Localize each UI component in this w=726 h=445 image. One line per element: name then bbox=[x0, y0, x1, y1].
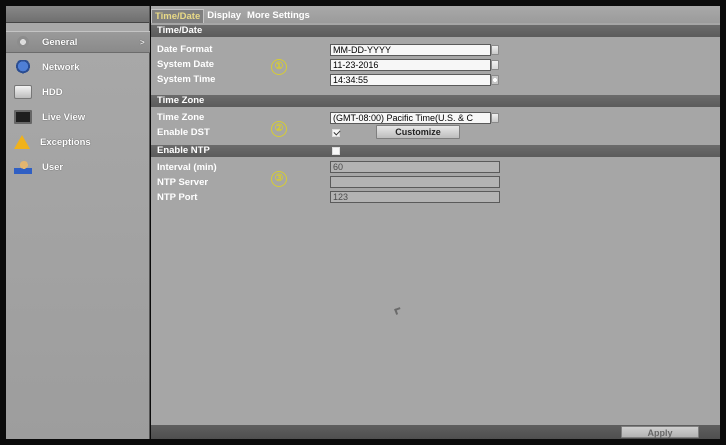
customize-button[interactable]: Customize bbox=[376, 125, 460, 139]
sidebar: General > Network HDD Live View Exceptio… bbox=[6, 6, 150, 439]
enable-dst-label: Enable DST bbox=[157, 127, 210, 138]
sidebar-item-network[interactable]: Network bbox=[6, 56, 150, 78]
callout-badge-3: ③ bbox=[271, 171, 287, 187]
callout-badge-1: ① bbox=[271, 59, 287, 75]
system-time-field[interactable]: 14:34:55 bbox=[330, 74, 491, 86]
sidebar-item-label: Live View bbox=[42, 111, 86, 123]
interval-field[interactable]: 60 bbox=[330, 161, 500, 173]
warning-icon bbox=[14, 135, 30, 149]
time-zone-select[interactable]: (GMT-08:00) Pacific Time(U.S. & C bbox=[330, 112, 491, 124]
dropdown-arrow-icon[interactable] bbox=[491, 113, 499, 123]
section-ntp: Enable NTP bbox=[151, 145, 720, 157]
ntp-port-field[interactable]: 123 bbox=[330, 191, 500, 203]
sidebar-item-label: User bbox=[42, 161, 64, 173]
ntp-server-field[interactable] bbox=[330, 176, 500, 188]
sidebar-item-label: Network bbox=[42, 61, 80, 73]
mouse-pointer-icon bbox=[394, 307, 402, 315]
callout-badge-2: ② bbox=[271, 121, 287, 137]
ntp-port-label: NTP Port bbox=[157, 192, 198, 203]
user-icon bbox=[14, 160, 32, 174]
system-time-label: System Time bbox=[157, 74, 216, 85]
date-format-label: Date Format bbox=[157, 44, 213, 55]
calendar-icon[interactable] bbox=[491, 60, 499, 70]
dropdown-arrow-icon[interactable] bbox=[491, 45, 499, 55]
tab-time-date[interactable]: Time/Date bbox=[151, 9, 205, 23]
sidebar-item-general[interactable]: General > bbox=[6, 31, 150, 53]
monitor-icon bbox=[14, 110, 32, 124]
sidebar-item-exceptions[interactable]: Exceptions bbox=[6, 131, 150, 153]
sidebar-item-label: General bbox=[42, 36, 78, 48]
gear-icon bbox=[14, 35, 32, 49]
system-date-label: System Date bbox=[157, 59, 215, 70]
ntp-server-label: NTP Server bbox=[157, 177, 209, 188]
sidebar-item-live-view[interactable]: Live View bbox=[6, 106, 150, 128]
interval-label: Interval (min) bbox=[157, 162, 217, 173]
time-zone-label: Time Zone bbox=[157, 112, 205, 123]
apply-button[interactable]: Apply bbox=[621, 426, 699, 438]
date-format-select[interactable]: MM-DD-YYYY bbox=[330, 44, 491, 56]
dvr-settings-window: General > Network HDD Live View Exceptio… bbox=[0, 0, 726, 445]
footer-bar: Apply bbox=[151, 425, 720, 439]
sidebar-header bbox=[6, 6, 149, 23]
tab-display[interactable]: Display bbox=[204, 9, 244, 23]
section-time-zone: Time Zone bbox=[151, 95, 720, 107]
network-icon bbox=[14, 60, 32, 74]
enable-dst-checkbox[interactable] bbox=[332, 129, 340, 137]
sidebar-item-hdd[interactable]: HDD bbox=[6, 81, 150, 103]
system-date-field[interactable]: 11-23-2016 bbox=[330, 59, 491, 71]
section-time-date: Time/Date bbox=[151, 25, 720, 37]
hdd-icon bbox=[14, 85, 32, 99]
settings-panel: Time/Date Display More Settings Time/Dat… bbox=[151, 6, 720, 439]
chevron-right-icon: > bbox=[140, 37, 145, 47]
sidebar-item-label: HDD bbox=[42, 86, 63, 98]
sidebar-item-user[interactable]: User bbox=[6, 156, 150, 178]
tab-bar: Time/Date Display More Settings bbox=[151, 6, 720, 23]
clock-icon[interactable] bbox=[491, 75, 499, 85]
sidebar-item-label: Exceptions bbox=[40, 136, 91, 148]
enable-ntp-checkbox[interactable] bbox=[332, 147, 340, 155]
tab-more-settings[interactable]: More Settings bbox=[244, 9, 313, 23]
